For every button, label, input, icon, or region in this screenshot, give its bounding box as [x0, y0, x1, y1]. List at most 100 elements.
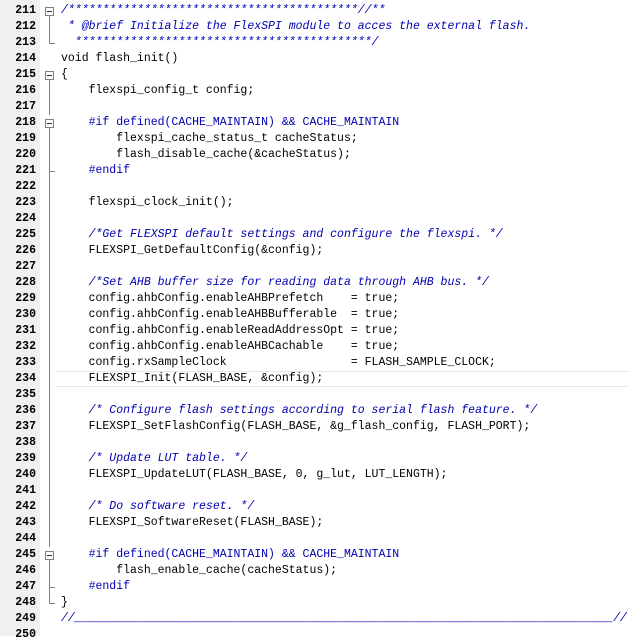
- code-text[interactable]: flexspi_config_t config;: [61, 83, 628, 99]
- code-line[interactable]: 226 FLEXSPI_GetDefaultConfig(&config);: [0, 243, 628, 259]
- fold-guide-line: [44, 403, 57, 419]
- code-line[interactable]: 246 flash_enable_cache(cacheStatus);: [0, 563, 628, 579]
- code-text[interactable]: }: [61, 595, 628, 611]
- code-line[interactable]: 230 config.ahbConfig.enableAHBBufferable…: [0, 307, 628, 323]
- code-line[interactable]: 213 ************************************…: [0, 35, 628, 51]
- code-text[interactable]: FLEXSPI_GetDefaultConfig(&config);: [61, 243, 628, 259]
- fold-guide-line: [44, 259, 57, 275]
- code-text[interactable]: flexspi_clock_init();: [61, 195, 628, 211]
- code-text[interactable]: FLEXSPI_Init(FLASH_BASE, &config);: [61, 371, 628, 387]
- line-number: 237: [15, 420, 36, 433]
- code-line[interactable]: 229 config.ahbConfig.enableAHBPrefetch =…: [0, 291, 628, 307]
- code-text[interactable]: void flash_init(): [61, 51, 628, 67]
- code-line[interactable]: 218 #if defined(CACHE_MAINTAIN) && CACHE…: [0, 115, 628, 131]
- code-line[interactable]: 248}: [0, 595, 628, 611]
- code-line[interactable]: 244: [0, 531, 628, 547]
- line-number: 227: [15, 260, 36, 273]
- fold-guide-line: [44, 19, 57, 35]
- fold-toggle-icon[interactable]: [44, 547, 57, 563]
- code-line[interactable]: 225 /*Get FLEXSPI default settings and c…: [0, 227, 628, 243]
- code-editor[interactable]: 211 /************************************…: [0, 0, 628, 641]
- code-text[interactable]: flash_enable_cache(cacheStatus);: [61, 563, 628, 579]
- code-text[interactable]: config.rxSampleClock = FLASH_SAMPLE_CLOC…: [61, 355, 628, 371]
- code-line[interactable]: 240 FLEXSPI_UpdateLUT(FLASH_BASE, 0, g_l…: [0, 467, 628, 483]
- code-text[interactable]: config.ahbConfig.enableAHBPrefetch = tru…: [61, 291, 628, 307]
- code-line[interactable]: 215 {: [0, 67, 628, 83]
- code-line[interactable]: 250: [0, 627, 628, 643]
- code-text[interactable]: * @brief Initialize the FlexSPI module t…: [61, 19, 628, 35]
- code-line[interactable]: 219 flexspi_cache_status_t cacheStatus;: [0, 131, 628, 147]
- code-line[interactable]: 214 void flash_init(): [0, 51, 628, 67]
- line-number: 247: [15, 580, 36, 593]
- code-line[interactable]: 237 FLEXSPI_SetFlashConfig(FLASH_BASE, &…: [0, 419, 628, 435]
- code-text[interactable]: /*Set AHB buffer size for reading data t…: [61, 275, 628, 291]
- code-line[interactable]: 211 /************************************…: [0, 3, 628, 19]
- code-text[interactable]: flash_disable_cache(&cacheStatus);: [61, 147, 628, 163]
- code-line[interactable]: 217: [0, 99, 628, 115]
- line-number: 222: [15, 180, 36, 193]
- code-text[interactable]: #endif: [61, 163, 628, 179]
- code-text[interactable]: /* Do software reset. */: [61, 499, 628, 515]
- fold-guide-line: [44, 275, 57, 291]
- line-number: 230: [15, 308, 36, 321]
- code-line[interactable]: 235: [0, 387, 628, 403]
- code-line[interactable]: 222: [0, 179, 628, 195]
- code-line[interactable]: 216 flexspi_config_t config;: [0, 83, 628, 99]
- line-number: 231: [15, 324, 36, 337]
- fold-toggle-icon[interactable]: [44, 67, 57, 83]
- code-text[interactable]: FLEXSPI_SoftwareReset(FLASH_BASE);: [61, 515, 628, 531]
- code-text[interactable]: /* Configure flash settings according to…: [61, 403, 628, 419]
- code-text[interactable]: #endif: [61, 579, 628, 595]
- line-number: 220: [15, 148, 36, 161]
- line-number: 214: [15, 52, 36, 65]
- code-line[interactable]: 228 /*Set AHB buffer size for reading da…: [0, 275, 628, 291]
- code-text[interactable]: FLEXSPI_UpdateLUT(FLASH_BASE, 0, g_lut, …: [61, 467, 628, 483]
- code-line[interactable]: 233 config.rxSampleClock = FLASH_SAMPLE_…: [0, 355, 628, 371]
- code-line[interactable]: 223 flexspi_clock_init();: [0, 195, 628, 211]
- fold-guide-line: [44, 131, 57, 147]
- code-text[interactable]: FLEXSPI_SetFlashConfig(FLASH_BASE, &g_fl…: [61, 419, 628, 435]
- code-line[interactable]: 212 * @brief Initialize the FlexSPI modu…: [0, 19, 628, 35]
- code-line[interactable]: 249 //___________________________________…: [0, 611, 628, 627]
- code-text[interactable]: /*Get FLEXSPI default settings and confi…: [61, 227, 628, 243]
- code-text[interactable]: /***************************************…: [61, 3, 628, 19]
- code-text[interactable]: config.ahbConfig.enableAHBCachable = tru…: [61, 339, 628, 355]
- code-line[interactable]: 234 FLEXSPI_Init(FLASH_BASE, &config);: [0, 371, 628, 387]
- fold-end-marker: [44, 595, 57, 611]
- code-line[interactable]: 247 #endif: [0, 579, 628, 595]
- code-text[interactable]: //______________________________________…: [61, 611, 628, 627]
- code-text[interactable]: flexspi_cache_status_t cacheStatus;: [61, 131, 628, 147]
- code-text[interactable]: config.ahbConfig.enableAHBBufferable = t…: [61, 307, 628, 323]
- fold-guide-line: [44, 211, 57, 227]
- code-text[interactable]: #if defined(CACHE_MAINTAIN) && CACHE_MAI…: [61, 547, 628, 563]
- code-line[interactable]: 245 #if defined(CACHE_MAINTAIN) && CACHE…: [0, 547, 628, 563]
- line-number: 224: [15, 212, 36, 225]
- code-line[interactable]: 238: [0, 435, 628, 451]
- code-line[interactable]: 231 config.ahbConfig.enableReadAddressOp…: [0, 323, 628, 339]
- code-line[interactable]: 236 /* Configure flash settings accordin…: [0, 403, 628, 419]
- fold-toggle-icon[interactable]: [44, 3, 57, 19]
- fold-guide-line: [44, 419, 57, 435]
- code-line[interactable]: 227: [0, 259, 628, 275]
- line-number: 250: [15, 628, 36, 641]
- code-text[interactable]: config.ahbConfig.enableReadAddressOpt = …: [61, 323, 628, 339]
- code-text[interactable]: {: [61, 67, 628, 83]
- code-line[interactable]: 224: [0, 211, 628, 227]
- code-text[interactable]: ****************************************…: [61, 35, 628, 51]
- line-number: 234: [15, 372, 36, 385]
- code-line[interactable]: 221 #endif: [0, 163, 628, 179]
- code-line[interactable]: 239 /* Update LUT table. */: [0, 451, 628, 467]
- code-line[interactable]: 241: [0, 483, 628, 499]
- code-line[interactable]: 242 /* Do software reset. */: [0, 499, 628, 515]
- code-line[interactable]: 220 flash_disable_cache(&cacheStatus);: [0, 147, 628, 163]
- code-text[interactable]: #if defined(CACHE_MAINTAIN) && CACHE_MAI…: [61, 115, 628, 131]
- line-number: 245: [15, 548, 36, 561]
- code-text[interactable]: /* Update LUT table. */: [61, 451, 628, 467]
- code-line[interactable]: 232 config.ahbConfig.enableAHBCachable =…: [0, 339, 628, 355]
- line-number: 235: [15, 388, 36, 401]
- fold-toggle-icon[interactable]: [44, 115, 57, 131]
- code-line[interactable]: 243 FLEXSPI_SoftwareReset(FLASH_BASE);: [0, 515, 628, 531]
- line-number: 216: [15, 84, 36, 97]
